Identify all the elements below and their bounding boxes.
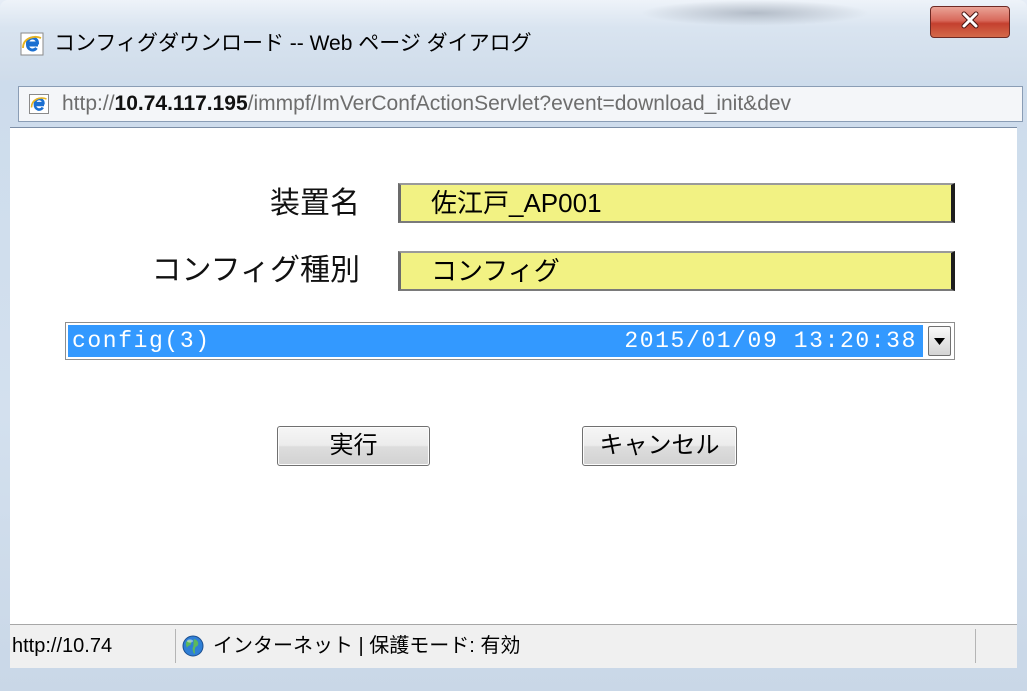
address-bar[interactable]: http://10.74.117.195/immpf/ImVerConfActi… <box>18 86 1023 122</box>
window-title: コンフィグダウンロード -- Web ページ ダイアログ <box>54 32 532 55</box>
config-version-selected-option[interactable]: config(3) 2015/01/09 13:20:38 <box>68 325 923 357</box>
address-url: http://10.74.117.195/immpf/ImVerConfActi… <box>62 87 791 121</box>
status-url: http://10.74 <box>12 635 113 657</box>
address-host: 10.74.117.195 <box>114 92 248 115</box>
execute-button[interactable]: 実行 <box>277 426 430 466</box>
close-button[interactable] <box>930 6 1010 38</box>
title-bar-glass <box>640 0 870 26</box>
dialog-content: 装置名 佐江戸_AP001 コンフィグ種別 コンフィグ config(3) 20… <box>10 127 1017 624</box>
ie-page-icon <box>29 94 49 114</box>
config-version-select[interactable]: config(3) 2015/01/09 13:20:38 <box>65 322 955 360</box>
globe-icon <box>182 635 204 657</box>
title-bar[interactable]: コンフィグダウンロード -- Web ページ ダイアログ <box>0 0 1027 80</box>
cancel-button[interactable]: キャンセル <box>582 426 737 466</box>
chevron-down-icon <box>934 332 945 350</box>
config-version-datetime: 2015/01/09 13:20:38 <box>624 328 917 354</box>
status-divider <box>175 629 176 663</box>
config-type-label: コンフィグ種別 <box>151 254 361 287</box>
config-version-name: config(3) <box>72 328 211 354</box>
device-name-field[interactable]: 佐江戸_AP001 <box>398 183 955 223</box>
device-name-label: 装置名 <box>270 187 360 220</box>
close-icon <box>960 11 980 34</box>
ie-page-icon <box>20 32 44 56</box>
select-dropdown-button[interactable] <box>928 326 951 356</box>
address-path: /immpf/ImVerConfActionServlet?event=down… <box>247 92 792 115</box>
status-zone: インターネット | 保護モード: 有効 <box>213 635 521 657</box>
config-type-field[interactable]: コンフィグ <box>398 251 955 291</box>
status-bar: http://10.74 インターネット | 保護モード: 有効 <box>10 624 1017 668</box>
status-divider <box>975 629 976 663</box>
address-scheme: http:// <box>62 92 115 115</box>
